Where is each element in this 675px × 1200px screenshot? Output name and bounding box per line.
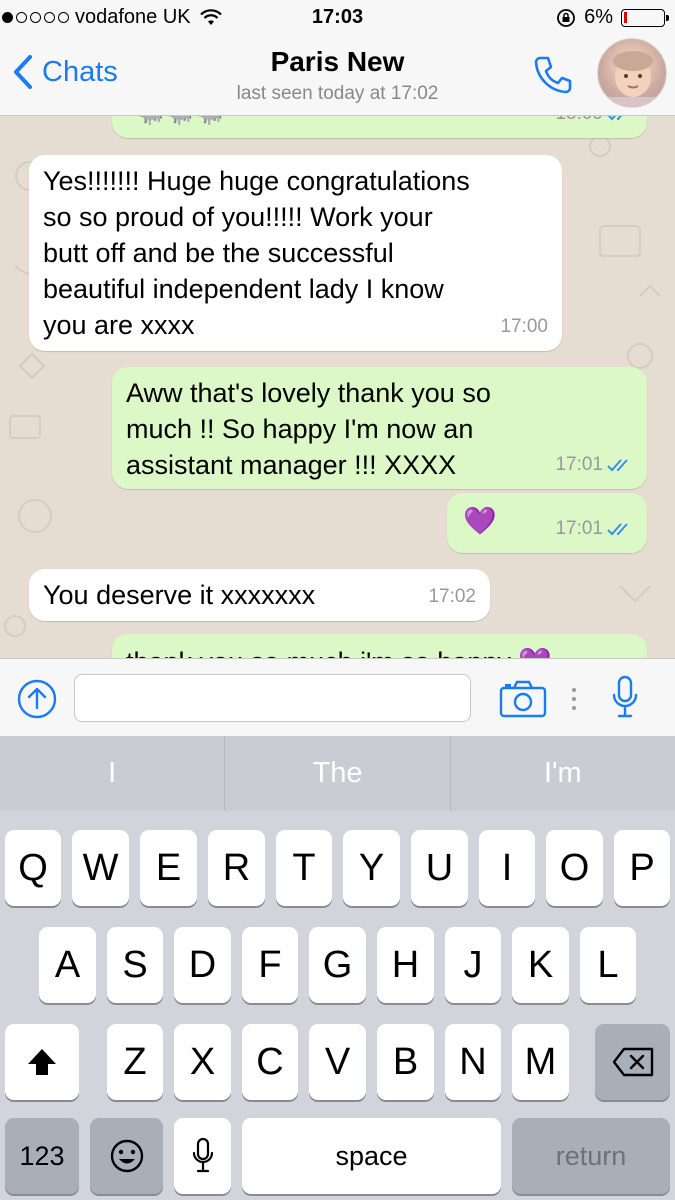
message-input[interactable] xyxy=(74,674,471,722)
camera-icon[interactable] xyxy=(499,680,547,718)
message-time: 15:09 xyxy=(555,116,603,132)
key-n[interactable]: N xyxy=(445,1024,501,1100)
key-b[interactable]: B xyxy=(377,1024,434,1100)
message-incoming[interactable]: Yes!!!!!!! Huge huge congratulations so … xyxy=(29,155,562,351)
suggestion-1[interactable]: I xyxy=(0,736,226,811)
message-time: 17:01 xyxy=(555,518,603,539)
key-u[interactable]: U xyxy=(411,830,468,906)
key-x[interactable]: X xyxy=(174,1024,231,1100)
key-y[interactable]: Y xyxy=(343,830,400,906)
rotation-lock-icon xyxy=(557,8,575,27)
key-a[interactable]: A xyxy=(39,927,96,1003)
key-k[interactable]: K xyxy=(512,927,569,1003)
emoji-key[interactable] xyxy=(90,1118,163,1194)
shift-key[interactable] xyxy=(5,1024,79,1100)
chat-area[interactable]: 🐃🐃🐃 15:09 Yes!!!!!!! Huge huge congratul… xyxy=(0,116,675,658)
double-check-icon xyxy=(607,459,628,472)
key-r[interactable]: R xyxy=(208,830,265,906)
message-meta: 17:02 xyxy=(428,579,476,615)
keyboard: I The I'm Q W E R T Y U I O P A S D F G … xyxy=(0,736,675,1200)
message-text: Aww that's lovely thank you so much !! S… xyxy=(126,378,491,480)
key-h[interactable]: H xyxy=(377,927,434,1003)
key-z[interactable]: Z xyxy=(107,1024,163,1100)
key-o[interactable]: O xyxy=(546,830,603,906)
key-c[interactable]: C xyxy=(242,1024,298,1100)
delete-key[interactable] xyxy=(595,1024,670,1100)
shift-arrow-icon xyxy=(28,1049,56,1075)
key-s[interactable]: S xyxy=(107,927,163,1003)
avatar[interactable] xyxy=(597,38,667,108)
message-outgoing[interactable]: 💜 17:01 xyxy=(447,493,647,553)
double-check-icon xyxy=(607,523,628,536)
predictive-bar: I The I'm xyxy=(0,736,675,811)
more-dots-icon xyxy=(572,688,576,710)
status-bar: vodafone UK 17:03 6% xyxy=(0,0,675,38)
message-input-bar xyxy=(0,658,675,736)
key-i[interactable]: I xyxy=(479,830,535,906)
return-key[interactable]: return xyxy=(512,1118,670,1194)
microphone-icon[interactable] xyxy=(610,675,640,721)
key-v[interactable]: V xyxy=(309,1024,366,1100)
suggestion-2[interactable]: The xyxy=(225,736,451,811)
message-meta: 17:00 xyxy=(500,309,548,345)
message-text: 🐃🐃🐃 xyxy=(134,116,224,132)
message-time: 17:00 xyxy=(500,316,548,337)
key-t[interactable]: T xyxy=(276,830,332,906)
smiley-icon xyxy=(110,1139,143,1173)
key-m[interactable]: M xyxy=(512,1024,569,1100)
key-e[interactable]: E xyxy=(140,830,197,906)
chat-header: Chats Paris New last seen today at 17:02 xyxy=(0,38,675,116)
key-j[interactable]: J xyxy=(445,927,501,1003)
dictation-key[interactable] xyxy=(174,1118,231,1194)
message-text: thank you so much i'm so happy 💜 xyxy=(126,644,552,658)
status-bar-right: 6% xyxy=(556,6,669,29)
space-key[interactable]: space xyxy=(242,1118,501,1194)
key-f[interactable]: F xyxy=(242,927,298,1003)
numbers-key[interactable]: 123 xyxy=(5,1118,79,1194)
message-outgoing[interactable]: 🐃🐃🐃 15:09 xyxy=(112,116,647,138)
battery-icon xyxy=(621,8,669,27)
phone-icon[interactable] xyxy=(530,52,576,98)
key-q[interactable]: Q xyxy=(5,830,61,906)
message-time: 17:02 xyxy=(428,586,476,607)
message-incoming[interactable]: You deserve it xxxxxxx 17:02 xyxy=(29,569,490,621)
double-check-icon xyxy=(607,116,623,121)
message-time: 17:01 xyxy=(555,454,603,475)
message-outgoing[interactable]: thank you so much i'm so happy 💜 xyxy=(112,634,647,658)
message-outgoing[interactable]: Aww that's lovely thank you so much !! S… xyxy=(112,367,647,489)
message-meta: 15:09 xyxy=(555,116,633,132)
microphone-icon xyxy=(192,1137,213,1173)
suggestion-3[interactable]: I'm xyxy=(451,736,675,811)
message-text: You deserve it xxxxxxx xyxy=(43,580,316,610)
message-text: 💜 xyxy=(463,506,497,536)
key-g[interactable]: G xyxy=(309,927,366,1003)
key-p[interactable]: P xyxy=(614,830,670,906)
key-l[interactable]: L xyxy=(580,927,636,1003)
key-w[interactable]: W xyxy=(72,830,129,906)
battery-percent: 6% xyxy=(584,6,613,28)
backspace-icon xyxy=(612,1047,653,1077)
upload-icon[interactable] xyxy=(16,678,58,720)
message-meta: 17:01 xyxy=(555,447,633,483)
key-d[interactable]: D xyxy=(174,927,231,1003)
message-meta: 17:01 xyxy=(555,511,633,547)
message-text: Yes!!!!!!! Huge huge congratulations so … xyxy=(43,166,470,340)
avatar-photo xyxy=(598,51,666,107)
